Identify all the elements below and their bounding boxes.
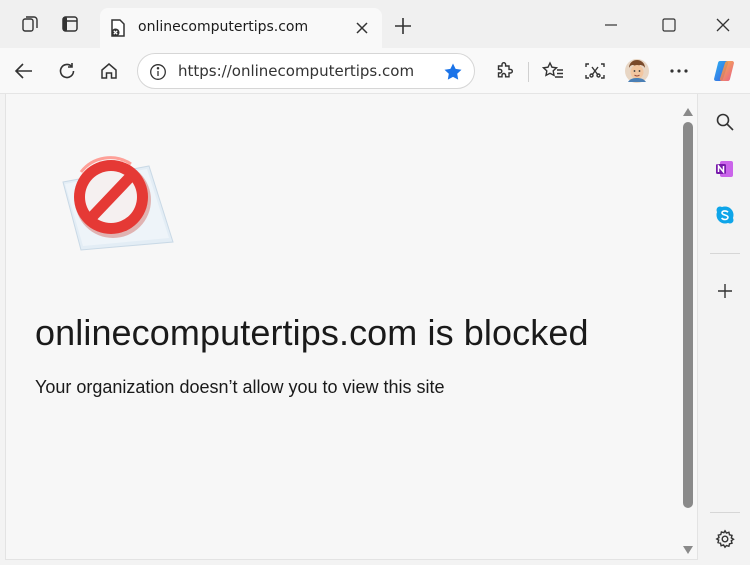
search-icon[interactable]: [711, 108, 739, 136]
settings-icon[interactable]: [711, 525, 739, 553]
refresh-icon[interactable]: [52, 56, 82, 86]
active-tab[interactable]: onlinecomputertips.com: [100, 8, 382, 48]
address-bar[interactable]: https://onlinecomputertips.com: [137, 53, 475, 89]
maximize-button[interactable]: [654, 10, 684, 40]
back-icon[interactable]: [9, 56, 39, 86]
minimize-button[interactable]: [596, 10, 626, 40]
blocked-heading: onlinecomputertips.com is blocked: [35, 312, 589, 353]
vertical-tabs-icon[interactable]: [58, 12, 82, 36]
add-icon[interactable]: [711, 277, 739, 305]
address-url: https://onlinecomputertips.com: [178, 62, 415, 80]
skype-icon[interactable]: [711, 201, 739, 229]
site-info-icon[interactable]: [148, 62, 168, 82]
vertical-scrollbar[interactable]: [680, 100, 696, 556]
home-icon[interactable]: [94, 56, 124, 86]
profile-avatar[interactable]: [622, 56, 652, 86]
sidebar-divider: [710, 512, 740, 513]
title-bar: onlinecomputertips.com: [0, 0, 750, 48]
more-icon[interactable]: [664, 56, 694, 86]
new-tab-button[interactable]: [390, 13, 416, 39]
scroll-up-arrow-icon[interactable]: [682, 102, 694, 116]
extensions-icon[interactable]: [490, 56, 520, 86]
blocked-page-favicon-icon: [108, 18, 128, 38]
toolbar-divider: [528, 62, 529, 82]
copilot-icon[interactable]: [709, 56, 739, 86]
edge-sidebar: [700, 94, 750, 565]
blocked-icon: [51, 152, 181, 257]
sidebar-divider: [710, 253, 740, 254]
tab-title: onlinecomputertips.com: [138, 19, 309, 35]
favorites-icon[interactable]: [538, 56, 568, 86]
favorite-star-icon[interactable]: [442, 61, 464, 83]
page-content: onlinecomputertips.com is blocked Your o…: [5, 94, 698, 560]
scroll-down-arrow-icon[interactable]: [682, 540, 694, 554]
scrollbar-thumb[interactable]: [683, 122, 693, 508]
close-window-button[interactable]: [708, 10, 738, 40]
close-tab-icon[interactable]: [350, 16, 374, 40]
onenote-icon[interactable]: [711, 155, 739, 183]
navigation-toolbar: https://onlinecomputertips.com: [0, 48, 750, 94]
web-capture-icon[interactable]: [580, 56, 610, 86]
blocked-message: Your organization doesn’t allow you to v…: [35, 377, 445, 397]
workspaces-icon[interactable]: [18, 12, 42, 36]
